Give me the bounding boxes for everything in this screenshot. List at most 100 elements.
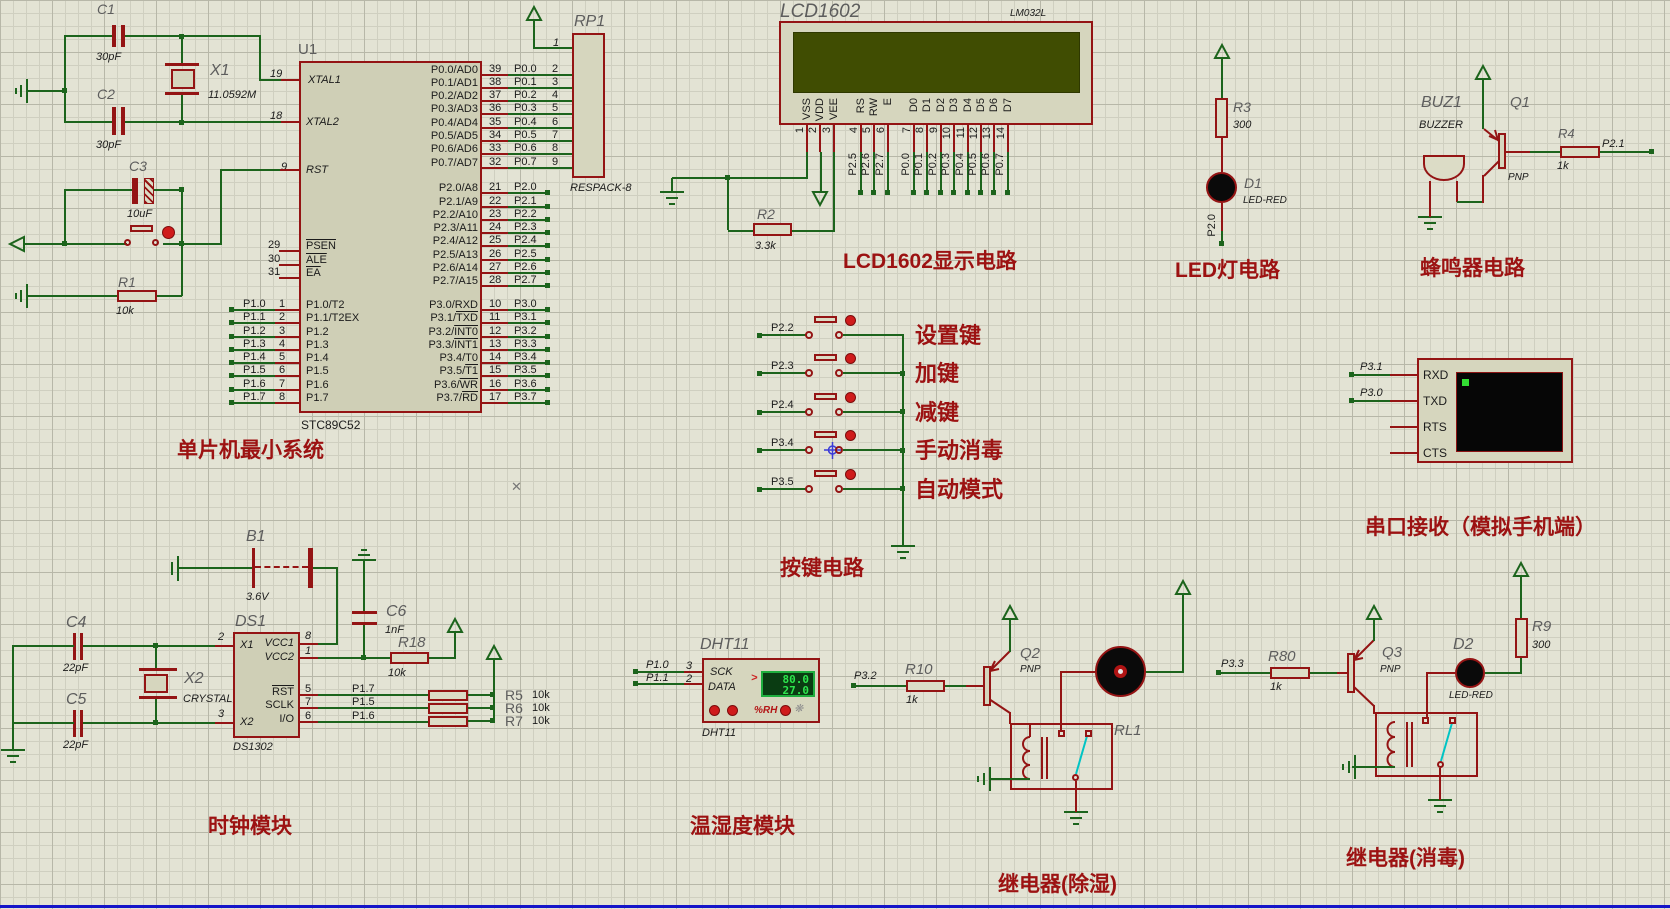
wire bbox=[124, 35, 182, 37]
capacitor-plate[interactable] bbox=[112, 107, 116, 135]
push-button-cap[interactable] bbox=[814, 392, 837, 400]
push-button-cap[interactable] bbox=[814, 469, 837, 477]
dht-clock-button[interactable] bbox=[709, 705, 720, 716]
crystal-x2[interactable] bbox=[144, 674, 168, 693]
pin-name: P0.1/AD1 bbox=[430, 76, 478, 89]
resistor-r18[interactable] bbox=[390, 652, 429, 664]
resistor-body[interactable] bbox=[428, 703, 468, 714]
pin-name: P2.2/A10 bbox=[432, 208, 478, 221]
resistor-r4[interactable] bbox=[1560, 146, 1600, 158]
junction-dot bbox=[545, 256, 550, 262]
push-button-cap[interactable] bbox=[814, 316, 837, 323]
push-button-cap[interactable] bbox=[814, 431, 837, 439]
pin-row: TXD bbox=[1390, 394, 1460, 420]
respack-rp1[interactable] bbox=[572, 33, 605, 178]
net-label: P1.5 bbox=[352, 696, 375, 709]
push-button-contact[interactable] bbox=[835, 331, 843, 339]
pin-name: P0.3/AD3 bbox=[430, 103, 478, 116]
capacitor-c3-polarized-plate[interactable] bbox=[144, 178, 154, 204]
relay-contact bbox=[1449, 717, 1456, 724]
lcd-screen bbox=[793, 32, 1080, 93]
pin-name: P2.5/A13 bbox=[432, 248, 478, 261]
push-button-cap[interactable] bbox=[814, 354, 837, 362]
wire bbox=[182, 35, 260, 37]
pin-number: 8 bbox=[279, 391, 286, 404]
wire bbox=[1439, 768, 1441, 800]
push-button-contact[interactable] bbox=[805, 484, 813, 493]
wire bbox=[181, 95, 183, 123]
push-button-contact[interactable] bbox=[835, 484, 843, 493]
net-label: P3.5 bbox=[771, 475, 794, 488]
resistor-r1[interactable] bbox=[117, 290, 157, 302]
push-button-contact[interactable] bbox=[805, 369, 813, 378]
pin-name: D6 bbox=[988, 98, 1001, 113]
crystal-x1[interactable] bbox=[171, 69, 195, 89]
push-button-contact[interactable] bbox=[835, 407, 843, 416]
capacitor-plate[interactable] bbox=[132, 178, 138, 204]
led-d1[interactable] bbox=[1206, 172, 1237, 203]
net-label: P3.5 bbox=[514, 364, 537, 377]
wire bbox=[318, 657, 390, 659]
wire bbox=[843, 334, 904, 336]
resistor-body[interactable] bbox=[428, 690, 468, 701]
junction-dot bbox=[545, 386, 550, 392]
wire bbox=[1457, 201, 1484, 203]
button-actuator-icon[interactable] bbox=[845, 315, 856, 326]
push-button-contact[interactable] bbox=[835, 369, 843, 378]
pin-row: P3.0/RXD 10 P3.0 bbox=[429, 298, 606, 315]
transistor-q3-base-bar[interactable] bbox=[1347, 653, 1355, 693]
led-d2[interactable] bbox=[1455, 658, 1485, 688]
net-label: P1.7 bbox=[352, 683, 375, 695]
pin-name: VDD bbox=[814, 98, 827, 122]
x2-ref: X2 bbox=[184, 670, 204, 687]
button-actuator-icon[interactable] bbox=[845, 468, 856, 480]
net-label: P1.1 bbox=[243, 311, 266, 324]
resistor-r80[interactable] bbox=[1270, 667, 1310, 679]
junction-dot bbox=[545, 307, 550, 312]
push-button-contact[interactable] bbox=[835, 446, 843, 455]
pin-number: 10 bbox=[941, 127, 954, 140]
net-label: P2.1 bbox=[514, 194, 537, 207]
c6-ref: C6 bbox=[386, 603, 407, 620]
dht-adjust-button[interactable] bbox=[780, 705, 791, 716]
button-actuator-icon[interactable] bbox=[845, 391, 856, 403]
net-label: P0.6 bbox=[514, 142, 537, 155]
power-up-bar-icon bbox=[352, 549, 376, 561]
pin-number: 5 bbox=[279, 351, 286, 364]
buzzer-body[interactable] bbox=[1423, 155, 1465, 181]
reset-button-cap[interactable] bbox=[130, 225, 153, 232]
pin-stub bbox=[300, 720, 318, 723]
wire bbox=[727, 177, 729, 230]
resistor-r10[interactable] bbox=[906, 680, 945, 692]
respack-pin-number: 3 bbox=[552, 75, 559, 88]
button-actuator-icon[interactable] bbox=[162, 226, 175, 239]
r4-value: 1k bbox=[1557, 160, 1569, 172]
push-button-contact[interactable] bbox=[805, 446, 813, 455]
pin-stub bbox=[684, 683, 702, 685]
resistor-r2[interactable] bbox=[753, 223, 792, 236]
relay-pole bbox=[1072, 774, 1079, 781]
window-bottom-edge bbox=[0, 905, 1670, 908]
push-button-contact[interactable] bbox=[805, 407, 813, 416]
dht-temp-button[interactable] bbox=[727, 705, 738, 716]
net-label: P0.6 bbox=[980, 153, 993, 176]
capacitor-plate[interactable] bbox=[112, 25, 116, 47]
resistor-r9[interactable] bbox=[1515, 618, 1528, 658]
push-button-contact[interactable] bbox=[805, 331, 813, 339]
pin-stub bbox=[280, 121, 299, 123]
capacitor-plate[interactable] bbox=[121, 107, 125, 135]
wire bbox=[1060, 671, 1095, 673]
battery-plate[interactable] bbox=[252, 548, 255, 588]
pin-number: 1 bbox=[279, 298, 286, 310]
capacitor-plate[interactable] bbox=[121, 25, 125, 47]
resistor-body[interactable] bbox=[428, 716, 468, 727]
reset-button-contact[interactable] bbox=[124, 239, 131, 246]
pin-stub bbox=[300, 657, 318, 659]
capacitor-plate[interactable] bbox=[352, 611, 377, 614]
pin-name-overlined: TXD bbox=[456, 312, 478, 325]
resistor-r3[interactable] bbox=[1215, 98, 1228, 138]
wire bbox=[1060, 671, 1062, 731]
reset-button-contact[interactable] bbox=[152, 239, 159, 246]
transistor-q2-base-bar[interactable] bbox=[983, 666, 991, 706]
r9-ref: R9 bbox=[1532, 618, 1552, 635]
